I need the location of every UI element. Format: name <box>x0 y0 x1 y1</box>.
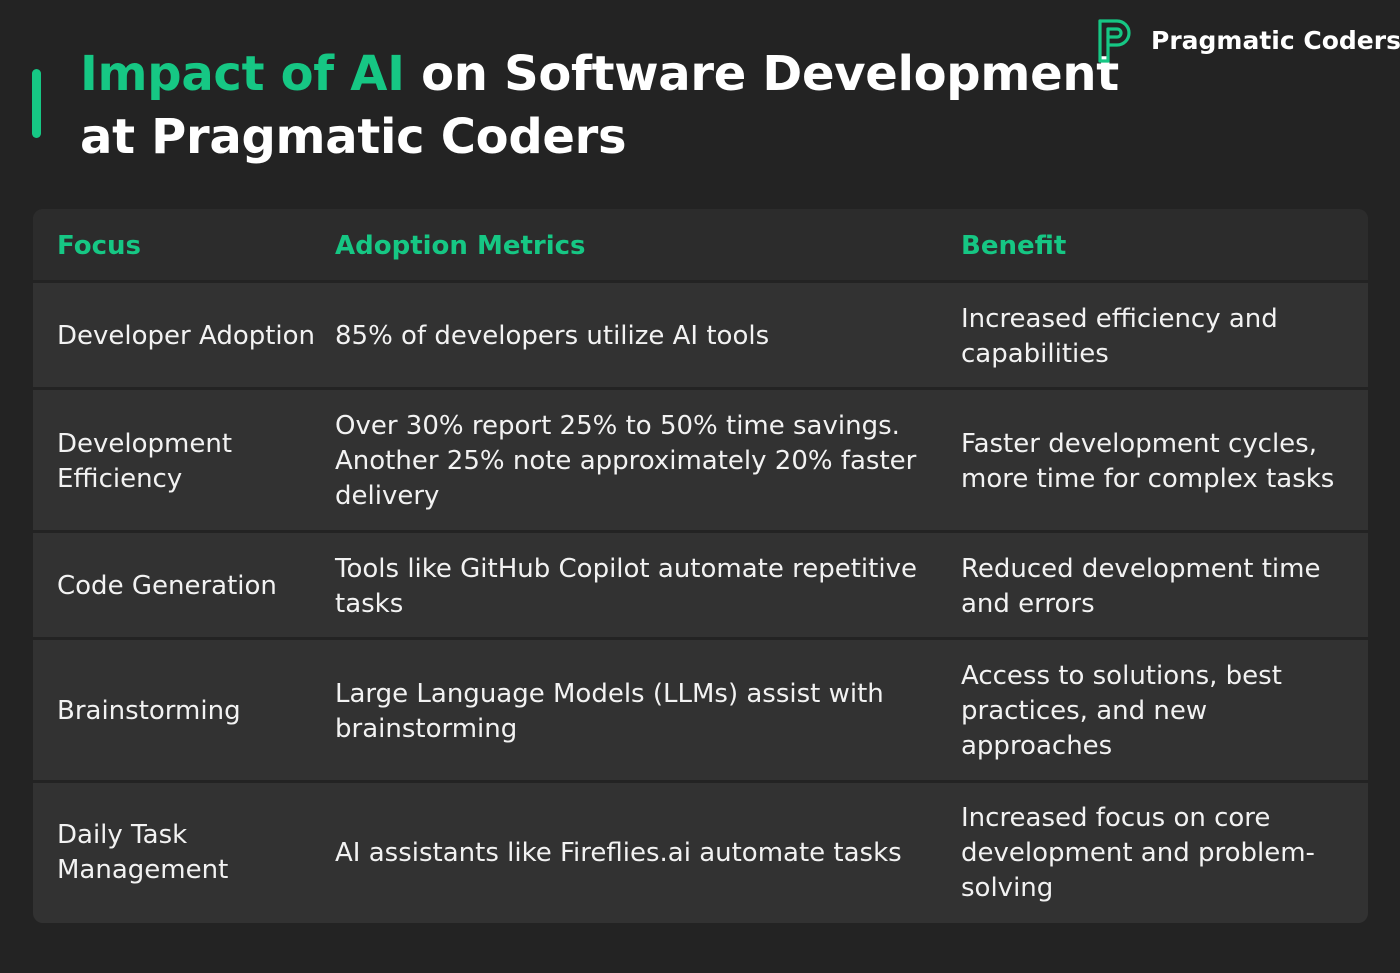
ai-impact-table: Focus Adoption Metrics Benefit Developer… <box>33 209 1368 923</box>
brand-logo: Pragmatic Coders <box>1097 17 1400 63</box>
title-line-1: Impact of AI on Software Development <box>80 43 1119 106</box>
cell-metrics: AI assistants like Fireflies.ai automate… <box>335 837 902 868</box>
infographic-page: Impact of AI on Software Development at … <box>0 0 1400 973</box>
pc-logo-icon <box>1097 17 1137 63</box>
header-adoption-metrics: Adoption Metrics <box>335 230 586 261</box>
title-rest: on Software Development <box>404 46 1119 102</box>
table-row: Development Efficiency Over 30% report 2… <box>33 390 1368 533</box>
cell-benefit: Increased efficiency and capabilities <box>961 303 1278 369</box>
cell-focus: Code Generation <box>57 571 277 601</box>
cell-focus: Daily Task Management <box>57 820 229 885</box>
cell-benefit: Access to solutions, best practices, and… <box>961 661 1282 761</box>
cell-benefit: Reduced development time and errors <box>961 553 1321 619</box>
title-accent-bar <box>32 69 41 138</box>
brand-name: Pragmatic Coders <box>1151 25 1400 55</box>
cell-metrics: Tools like GitHub Copilot automate repet… <box>335 553 917 619</box>
title-line-2: at Pragmatic Coders <box>80 109 627 165</box>
page-title: Impact of AI on Software Development at … <box>80 43 1119 169</box>
cell-benefit: Increased focus on core development and … <box>961 802 1315 903</box>
cell-metrics: Over 30% report 25% to 50% time savings.… <box>335 411 917 511</box>
table-row: Daily Task Management AI assistants like… <box>33 783 1368 923</box>
header-benefit: Benefit <box>961 230 1067 261</box>
table-row: Developer Adoption 85% of developers uti… <box>33 283 1368 390</box>
cell-focus: Brainstorming <box>57 696 241 726</box>
table-header-row: Focus Adoption Metrics Benefit <box>33 209 1368 283</box>
cell-metrics: 85% of developers utilize AI tools <box>335 321 770 351</box>
cell-benefit: Faster development cycles, more time for… <box>961 428 1335 494</box>
cell-focus: Development Efficiency <box>57 428 233 494</box>
title-highlight: Impact of AI <box>80 46 405 102</box>
table-row: Brainstorming Large Language Models (LLM… <box>33 640 1368 783</box>
header-focus: Focus <box>57 230 141 261</box>
table-row: Code Generation Tools like GitHub Copilo… <box>33 533 1368 640</box>
cell-focus: Developer Adoption <box>57 321 316 351</box>
cell-metrics: Large Language Models (LLMs) assist with… <box>335 678 884 744</box>
